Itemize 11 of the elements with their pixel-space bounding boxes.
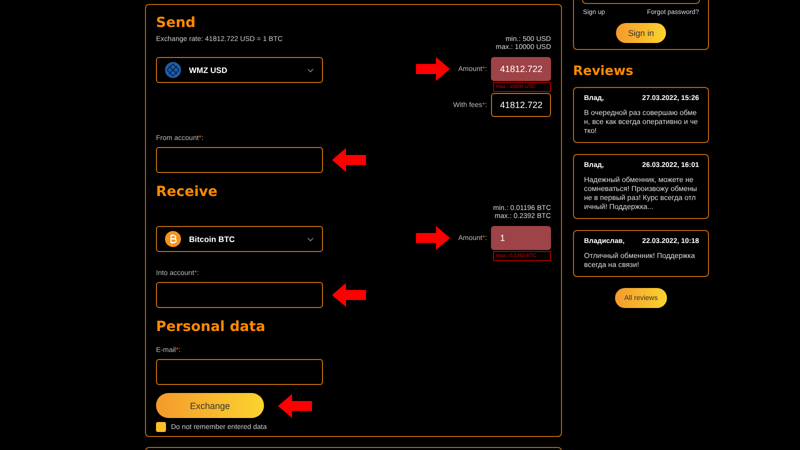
section-heading: Reviews xyxy=(573,64,634,79)
section-heading: Receive xyxy=(156,184,218,200)
currency-select[interactable]: WMZ USD xyxy=(156,57,323,83)
section-heading: Personal data xyxy=(156,319,266,335)
amount-field[interactable]: 41812.722 xyxy=(491,57,551,81)
amount-field[interactable]: 1 xyxy=(491,226,551,250)
exchange-button[interactable]: Exchange xyxy=(156,393,264,418)
section-heading: Send xyxy=(156,15,197,31)
amount-field[interactable]: 41812.722 xyxy=(491,93,551,117)
sign-in-button[interactable]: Sign in xyxy=(616,23,666,43)
currency-select[interactable]: Bitcoin BTC xyxy=(156,226,323,252)
